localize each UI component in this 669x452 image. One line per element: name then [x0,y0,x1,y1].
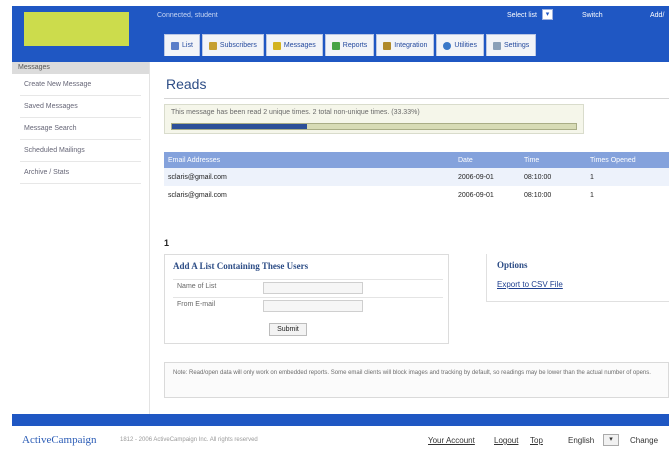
from-email-input[interactable] [263,300,363,312]
add-link[interactable]: Add/ [650,12,664,19]
main-content: Reads This message has been read 2 uniqu… [156,62,669,414]
list-name-label: Name of List [177,283,217,290]
title-divider [164,98,669,99]
cell-times-opened: 1 [590,191,594,199]
tab-utilities[interactable]: Utilities [436,34,484,56]
settings-icon [492,41,501,50]
sidebar-item-saved-messages[interactable]: Saved Messages [20,96,141,118]
page-marker: 1 [164,238,170,248]
tab-label: Utilities [454,42,477,49]
tab-label: List [182,42,193,49]
list-name-row: Name of List [173,279,443,295]
tracking-note: Note: Read/open data will only work on e… [164,362,669,398]
sidebar-item-archive-stats[interactable]: Archive / Stats [20,162,141,184]
options-panel: Options Export to CSV File [486,254,669,302]
cell-times-opened: 1 [586,168,669,186]
main-nav-tabs: List Subscribers Messages Reports Integr… [164,34,537,56]
tab-integration[interactable]: Integration [376,34,435,56]
your-account-link[interactable]: Your Account [428,436,475,445]
tab-reports[interactable]: Reports [324,34,375,56]
subscribers-icon [208,41,217,50]
export-csv-link[interactable]: Export to CSV File [497,280,563,289]
top-header: Connected, student Select list ▾ Switch … [12,6,669,62]
top-link[interactable]: Top [530,436,543,445]
tab-label: Integration [394,42,428,49]
change-language-button[interactable]: Change [630,436,658,445]
tab-label: Messages [283,42,316,49]
sidebar-item-scheduled-mailings[interactable]: Scheduled Mailings [20,140,141,162]
list-icon [171,41,179,50]
column-header-times-opened[interactable]: Times Opened [586,152,669,168]
read-progress-bar [171,123,577,130]
sidebar-item-message-search[interactable]: Message Search [20,118,141,140]
read-summary-text: This message has been read 2 unique time… [171,109,420,116]
page-title: Reads [166,76,207,92]
list-name-input[interactable] [263,282,363,294]
tab-label: Settings [503,42,530,49]
switch-link[interactable]: Switch [582,12,603,19]
footer-bar [12,414,669,426]
tab-subscribers[interactable]: Subscribers [201,34,264,56]
from-email-row: From E-mail [173,297,443,313]
footer: ActiveCampaign 1812 - 2006 ActiveCampaig… [0,430,669,452]
tab-settings[interactable]: Settings [485,34,537,56]
sidebar: Messages Create New Message Saved Messag… [12,62,150,414]
column-header-email[interactable]: Email Addresses [164,152,454,168]
table-header-row: Email Addresses Date Time Times Opened [164,152,669,168]
column-header-time[interactable]: Time [520,152,586,168]
read-summary-box: This message has been read 2 unique time… [164,104,584,134]
add-list-form: Add A List Containing These Users Name o… [164,254,449,344]
cell-time: 08:10:00 [524,191,552,199]
sidebar-heading: Messages [12,62,149,74]
sidebar-item-create-new-message[interactable]: Create New Message [20,74,141,96]
integration-icon [383,41,392,50]
table-row: sclaris@gmail.com 2006-09-01 08:10:00 1 [164,168,669,186]
header-welcome-text: Connected, student [157,12,218,19]
table-row: sclaris@gmail.com 2006-09-01 08:10:00 1 [164,186,669,204]
tab-label: Reports [342,42,368,49]
app-logo[interactable] [24,12,129,46]
cell-email: sclaris@gmail.com [164,168,454,186]
cell-date: 2006-09-01 [454,168,520,186]
cell-date: 2006-09-01 [458,191,494,199]
select-list-label: Select list [507,12,537,19]
logout-link[interactable]: Logout [494,436,518,445]
cell-email: sclaris@gmail.com [168,191,227,199]
tab-label: Subscribers [219,42,257,49]
list-select-dropdown[interactable]: ▾ [542,9,553,20]
read-progress-fill [172,124,307,129]
messages-icon [272,41,281,50]
add-list-heading: Add A List Containing These Users [173,261,309,271]
column-header-date[interactable]: Date [454,152,520,168]
utilities-icon [443,41,452,50]
tab-messages[interactable]: Messages [265,34,323,56]
language-label: English [568,436,595,445]
cell-time: 08:10:00 [520,168,586,186]
footer-copyright: 1812 - 2006 ActiveCampaign Inc. All righ… [120,437,258,443]
from-email-label: From E-mail [177,301,216,308]
options-heading: Options [497,260,528,270]
footer-logo[interactable]: ActiveCampaign [22,434,97,446]
language-select[interactable]: ▾ [603,434,619,446]
reads-table: Email Addresses Date Time Times Opened s… [164,152,669,204]
reports-icon [331,41,340,50]
submit-button[interactable]: Submit [269,323,307,336]
tab-list[interactable]: List [164,34,200,56]
